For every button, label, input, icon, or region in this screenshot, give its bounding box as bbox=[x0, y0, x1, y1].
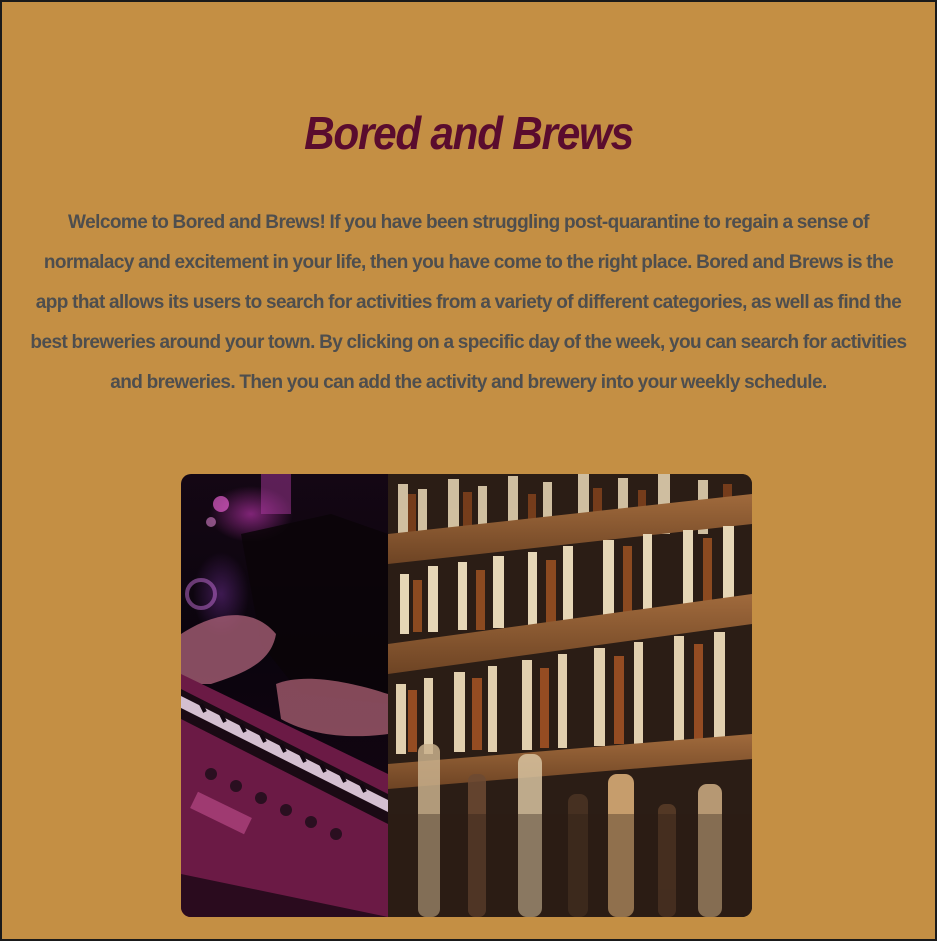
intro-paragraph: Welcome to Bored and Brews! If you have … bbox=[30, 212, 907, 393]
hero-image-gallery bbox=[181, 474, 752, 917]
page-title: Bored and Brews bbox=[304, 107, 634, 159]
keyboard-photo bbox=[181, 474, 388, 917]
bar-shelves-photo bbox=[388, 474, 752, 917]
